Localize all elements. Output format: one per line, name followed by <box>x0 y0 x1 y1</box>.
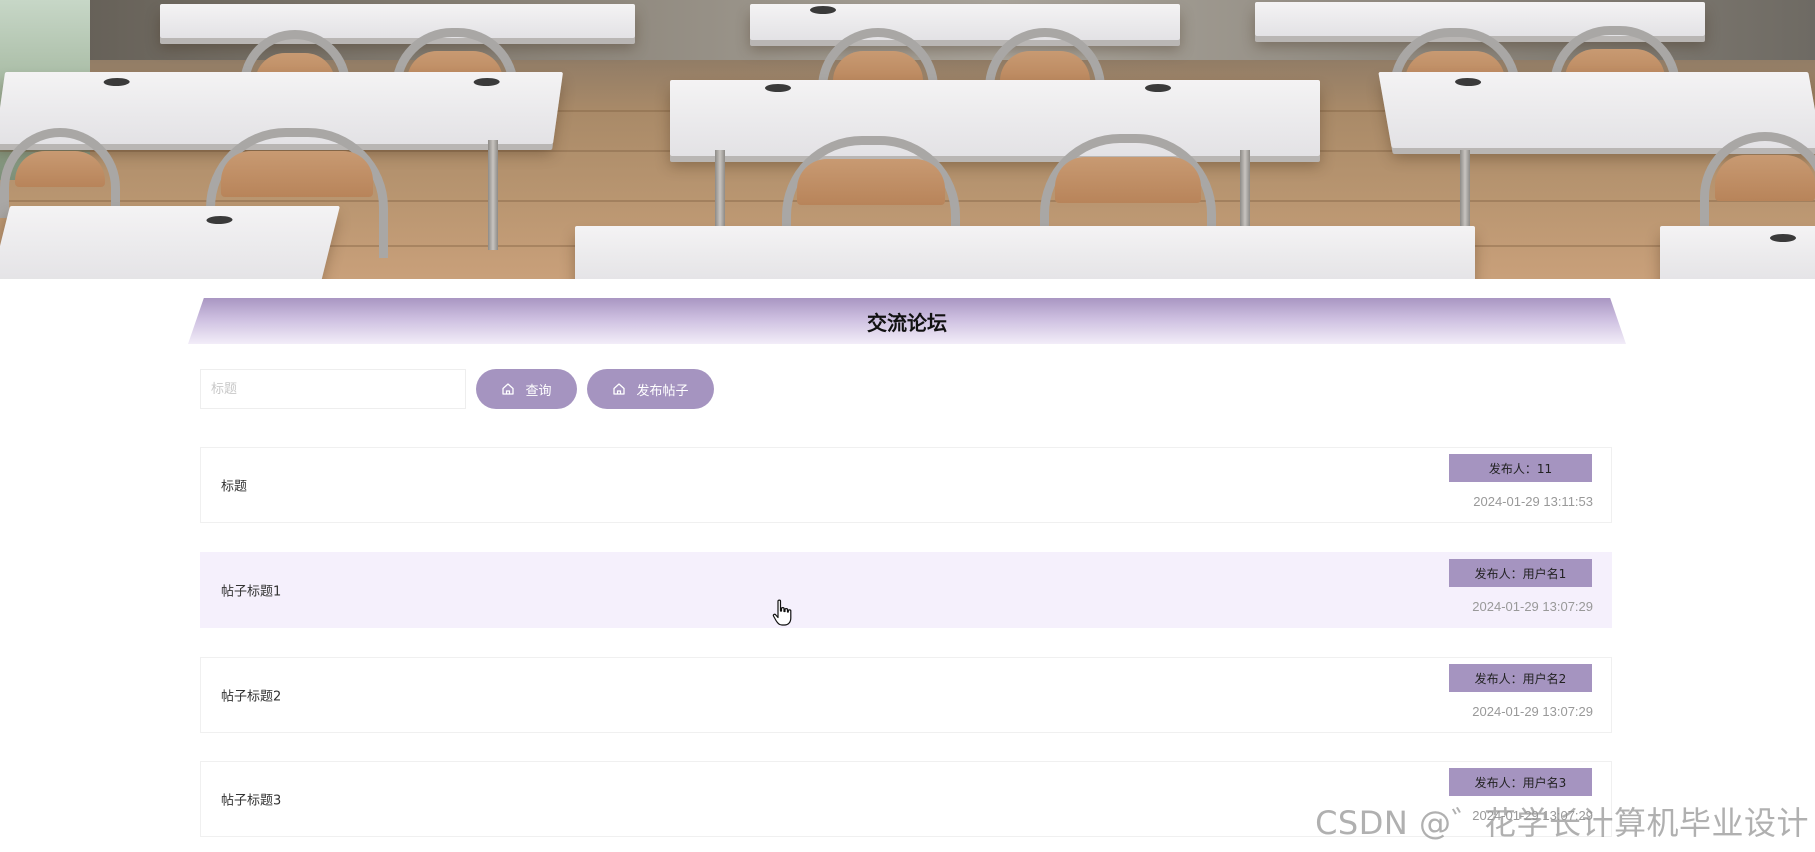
post-author-badge: 发布人：用户名3 <box>1449 768 1592 796</box>
csdn-watermark: CSDN @゛花学长计算机毕业设计 <box>1315 804 1809 842</box>
post-title: 帖子标题3 <box>221 793 282 809</box>
post-title: 标题 <box>221 479 248 495</box>
home-icon <box>502 383 515 395</box>
home-icon <box>613 383 626 395</box>
publish-post-button[interactable]: 发布帖子 <box>587 369 714 409</box>
post-title: 帖子标题2 <box>221 689 282 705</box>
post-author-badge: 发布人：用户名2 <box>1449 664 1592 692</box>
post-list-item[interactable]: 帖子标题1 发布人：用户名1 2024-01-29 13:07:29 <box>200 552 1612 628</box>
post-list-item[interactable]: 标题 发布人：11 2024-01-29 13:11:53 <box>200 447 1612 523</box>
query-button-label: 查询 <box>525 383 552 399</box>
title-search-input[interactable] <box>200 369 466 409</box>
post-author-badge: 发布人：11 <box>1449 454 1592 482</box>
hand-pointer-cursor-icon <box>772 599 792 626</box>
post-list-item[interactable]: 帖子标题2 发布人：用户名2 2024-01-29 13:07:29 <box>200 657 1612 733</box>
query-button[interactable]: 查询 <box>476 369 577 409</box>
publish-post-button-label: 发布帖子 <box>636 383 689 399</box>
post-author-badge: 发布人：用户名1 <box>1449 559 1592 587</box>
page-title-ribbon: 交流论坛 <box>188 298 1626 344</box>
post-timestamp: 2024-01-29 13:11:53 <box>1473 494 1593 509</box>
hero-banner-image <box>0 0 1815 279</box>
post-timestamp: 2024-01-29 13:07:29 <box>1472 599 1593 614</box>
post-timestamp: 2024-01-29 13:07:29 <box>1472 704 1593 719</box>
page-title: 交流论坛 <box>867 310 947 335</box>
post-title: 帖子标题1 <box>221 584 282 600</box>
